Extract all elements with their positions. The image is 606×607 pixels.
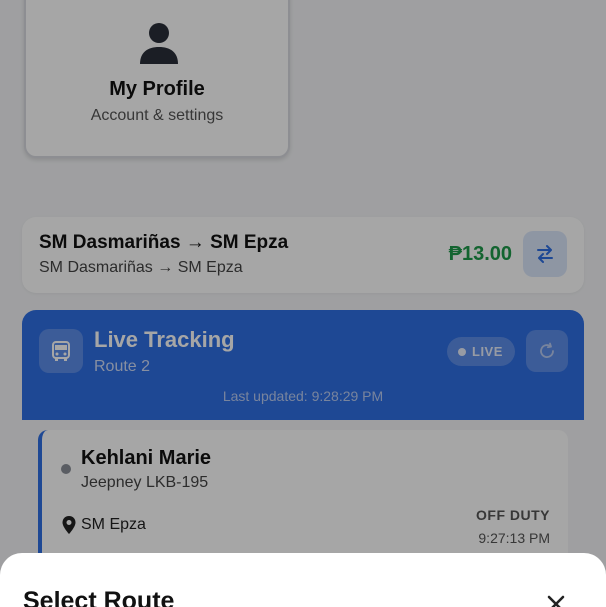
select-route-sheet: Select Route: [0, 553, 606, 607]
modal-backdrop[interactable]: [0, 0, 606, 607]
close-button[interactable]: [541, 589, 571, 607]
app-screen: My Profile Account & settings SM Dasmari…: [0, 0, 606, 607]
sheet-title: Select Route: [23, 587, 175, 607]
close-icon: [547, 595, 565, 607]
